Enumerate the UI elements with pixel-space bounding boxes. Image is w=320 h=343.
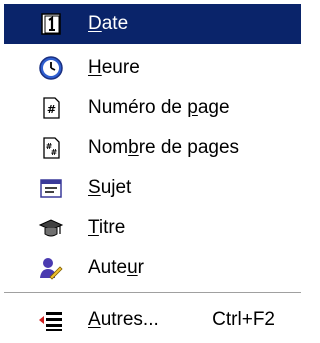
page-number-icon: # — [38, 95, 64, 121]
menu-item-label: Autres... — [88, 309, 159, 330]
svg-text:#: # — [47, 103, 56, 116]
menu-item-subject[interactable]: Sujet — [4, 168, 301, 208]
date-calendar-icon — [38, 11, 64, 37]
svg-text:#: # — [51, 148, 58, 157]
menu-item-label: Heure — [88, 57, 140, 78]
title-icon — [38, 215, 64, 241]
menu-item-time[interactable]: Heure — [4, 48, 301, 88]
menu-item-label: Nombre de pages — [88, 137, 240, 158]
menu-item-label: Sujet — [88, 177, 132, 198]
author-icon — [38, 255, 64, 281]
menu-item-label: Numéro de page — [88, 97, 230, 118]
menu-item-date[interactable]: Date — [4, 4, 301, 44]
insert-field-menu: Date Heure # Numéro de page # # Nombre d… — [0, 0, 305, 343]
clock-icon — [38, 55, 64, 81]
shortcut-label: Ctrl+F2 — [212, 309, 275, 330]
menu-item-page-count[interactable]: # # Nombre de pages — [4, 128, 301, 168]
menu-item-title[interactable]: Titre — [4, 208, 301, 248]
page-count-icon: # # — [38, 135, 64, 161]
menu-item-label: Date — [88, 13, 129, 34]
menu-item-label: Titre — [88, 217, 126, 238]
menu-separator — [4, 292, 301, 294]
subject-icon — [38, 175, 64, 201]
more-fields-icon — [38, 307, 64, 333]
menu-item-label: Auteur — [88, 257, 144, 278]
menu-item-page-number[interactable]: # Numéro de page — [4, 88, 301, 128]
menu-item-author[interactable]: Auteur — [4, 248, 301, 288]
menu-item-more-fields[interactable]: Autres... Ctrl+F2 — [4, 300, 301, 340]
